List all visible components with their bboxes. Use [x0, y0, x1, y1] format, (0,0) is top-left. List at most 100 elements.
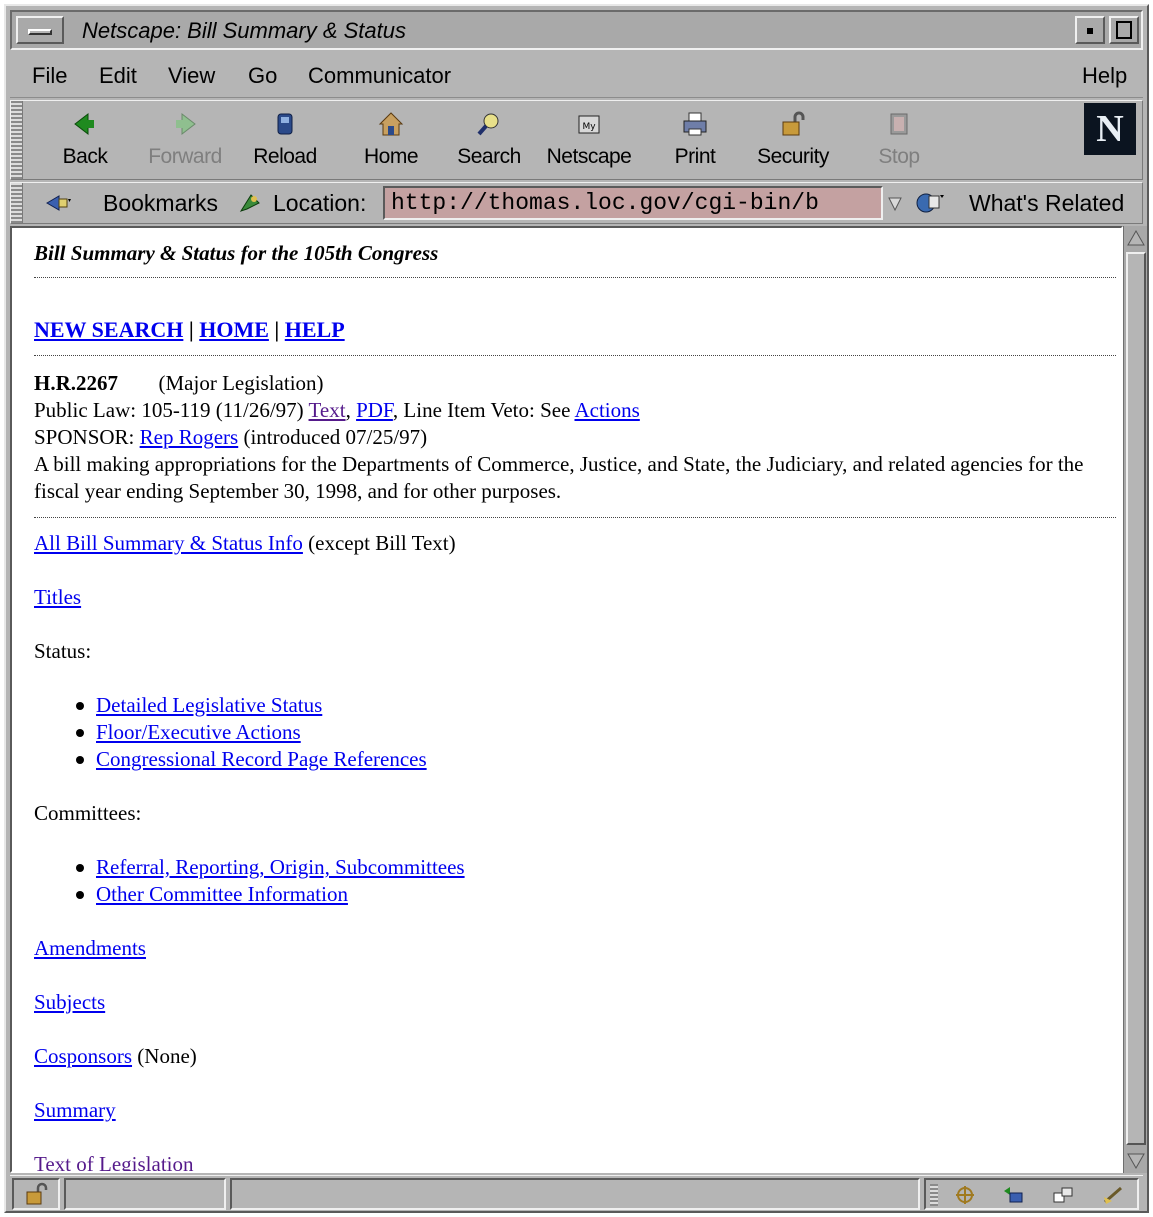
scrollbar-thumb[interactable]: [1126, 252, 1146, 1145]
print-button[interactable]: Print: [645, 101, 745, 179]
introduced-date: (introduced 07/25/97): [238, 425, 428, 449]
forward-button[interactable]: Forward: [135, 101, 235, 179]
line-item-veto-text: , Line Item Veto: See: [392, 398, 575, 422]
back-arrow-icon: [74, 112, 94, 136]
summary-link[interactable]: Summary: [34, 1098, 116, 1122]
list-item: Other Committee Information: [74, 881, 1116, 908]
titles-link[interactable]: Titles: [34, 585, 81, 609]
bookmarks-icon[interactable]: [45, 195, 71, 211]
search-icon: [477, 113, 499, 136]
cosponsors-link[interactable]: Cosponsors: [34, 1044, 132, 1068]
url-input[interactable]: [385, 188, 881, 218]
bill-number: H.R.2267: [34, 371, 118, 395]
menu-help[interactable]: Help: [1082, 63, 1127, 89]
menu-communicator[interactable]: Communicator: [308, 63, 451, 89]
detailed-status-link[interactable]: Detailed Legislative Status: [96, 693, 322, 717]
sponsor-link[interactable]: Rep Rogers: [140, 425, 239, 449]
window-menu-icon: [28, 29, 52, 35]
security-status[interactable]: [12, 1178, 60, 1210]
all-info-note: (except Bill Text): [302, 531, 456, 555]
toolbar-grip[interactable]: [11, 101, 23, 179]
my-netscape-icon: My: [578, 115, 600, 134]
text-link[interactable]: Text: [309, 398, 346, 422]
sponsor-label: SPONSOR:: [34, 425, 140, 449]
location-grip[interactable]: [11, 183, 23, 223]
list-item: Floor/Executive Actions: [74, 719, 1116, 746]
security-lock-icon: [782, 111, 805, 136]
amendments-link[interactable]: Amendments: [34, 936, 146, 960]
menu-file[interactable]: File: [32, 63, 67, 89]
back-button[interactable]: Back: [35, 101, 135, 179]
navigator-icon[interactable]: [954, 1185, 976, 1205]
pdf-link[interactable]: PDF: [356, 398, 393, 422]
forward-arrow-icon: [176, 112, 196, 136]
menu-bar: File Edit View Go Communicator Help: [10, 54, 1143, 98]
actions-link[interactable]: Actions: [574, 398, 639, 422]
scroll-up-icon[interactable]: [1126, 228, 1146, 248]
public-law: Public Law: 105-119 (11/26/97): [34, 398, 309, 422]
whats-related-button[interactable]: What's Related: [969, 190, 1124, 217]
location-toolbar: Bookmarks Location: What's Related: [10, 182, 1143, 224]
unlocked-padlock-icon: [26, 1182, 48, 1205]
page-heading: Bill Summary & Status for the 105th Cong…: [34, 241, 439, 265]
security-button[interactable]: Security: [743, 101, 843, 179]
composer-icon[interactable]: [1102, 1185, 1124, 1205]
url-field[interactable]: [383, 186, 883, 220]
referral-link[interactable]: Referral, Reporting, Origin, Subcommitte…: [96, 855, 465, 879]
status-message: [230, 1178, 920, 1210]
home-icon: [378, 112, 404, 136]
floor-actions-link[interactable]: Floor/Executive Actions: [96, 720, 301, 744]
location-icon[interactable]: [239, 193, 261, 213]
location-label: Location:: [273, 190, 367, 216]
minimize-button[interactable]: [1075, 16, 1105, 44]
printer-icon: [683, 112, 707, 136]
list-item: Congressional Record Page References: [74, 746, 1116, 773]
new-search-link[interactable]: NEW SEARCH: [34, 317, 183, 342]
nav-separator: |: [183, 317, 200, 342]
navigation-toolbar: Back Forward Reload Home Search My Netsc…: [10, 100, 1143, 180]
mail-icon[interactable]: [1002, 1185, 1024, 1205]
svg-text:My: My: [582, 122, 596, 132]
committees-label: Committees:: [34, 801, 142, 825]
reload-button[interactable]: Reload: [235, 101, 335, 179]
committees-list: Referral, Reporting, Origin, Subcommitte…: [74, 854, 1116, 908]
progress-bar: [64, 1178, 226, 1210]
vertical-scrollbar[interactable]: [1123, 226, 1147, 1173]
stop-button[interactable]: Stop: [849, 101, 949, 179]
congressional-record-link[interactable]: Congressional Record Page References: [96, 747, 427, 771]
discussions-icon[interactable]: [1052, 1185, 1074, 1205]
bill-type: (Major Legislation): [158, 371, 324, 395]
status-list: Detailed Legislative Status Floor/Execut…: [74, 692, 1116, 773]
browser-window: Netscape: Bill Summary & Status File Edi…: [4, 4, 1149, 1213]
nav-links: NEW SEARCH | HOME | HELP: [34, 316, 1116, 343]
netscape-button[interactable]: My Netscape: [539, 101, 639, 179]
scroll-down-icon[interactable]: [1126, 1151, 1146, 1171]
status-label: Status:: [34, 639, 92, 663]
all-info-link[interactable]: All Bill Summary & Status Info: [34, 531, 303, 555]
menu-edit[interactable]: Edit: [99, 63, 137, 89]
url-dropdown-icon[interactable]: [885, 190, 905, 216]
component-bar-grip[interactable]: [930, 1184, 938, 1206]
minimize-icon: [1087, 28, 1093, 34]
home-button[interactable]: Home: [341, 101, 441, 179]
window-menu-button[interactable]: [16, 16, 64, 44]
bookmarks-button[interactable]: Bookmarks: [103, 190, 218, 217]
whats-related-icon[interactable]: [915, 191, 945, 215]
component-bar: [924, 1178, 1139, 1210]
reload-icon: [277, 113, 293, 135]
nav-separator: |: [268, 317, 285, 342]
maximize-button[interactable]: [1109, 16, 1139, 44]
status-bar: [10, 1175, 1143, 1211]
netscape-logo[interactable]: N: [1084, 103, 1136, 155]
list-item: Referral, Reporting, Origin, Subcommitte…: [74, 854, 1116, 881]
text-of-legislation-link[interactable]: Text of Legislation: [34, 1152, 194, 1171]
other-committee-link[interactable]: Other Committee Information: [96, 882, 348, 906]
help-link[interactable]: HELP: [285, 317, 345, 342]
menu-go[interactable]: Go: [248, 63, 277, 89]
menu-view[interactable]: View: [168, 63, 215, 89]
subjects-link[interactable]: Subjects: [34, 990, 105, 1014]
title-bar: Netscape: Bill Summary & Status: [10, 10, 1143, 50]
search-button[interactable]: Search: [439, 101, 539, 179]
stop-icon: [890, 113, 908, 135]
home-link[interactable]: HOME: [199, 317, 269, 342]
